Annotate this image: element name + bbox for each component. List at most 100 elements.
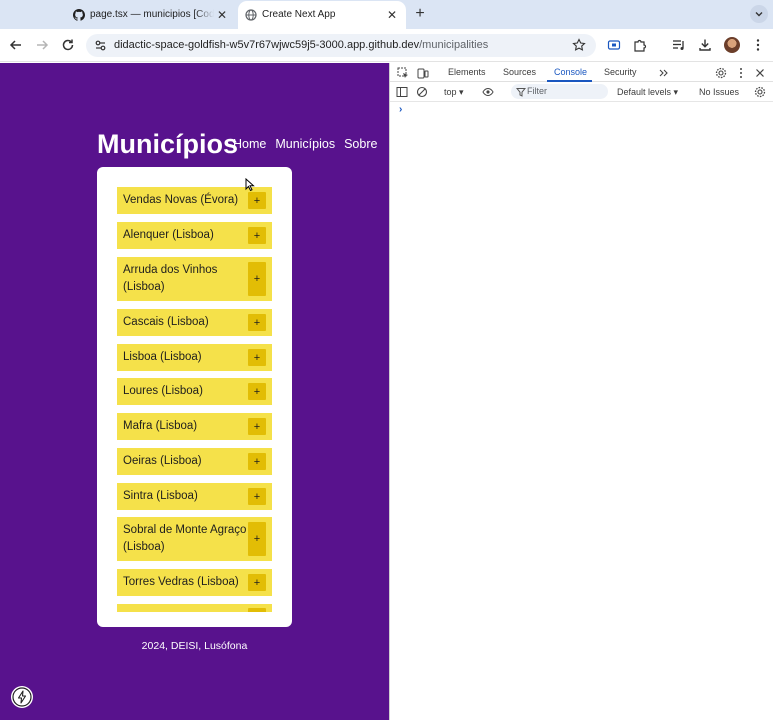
avatar[interactable] — [724, 37, 740, 53]
add-button[interactable]: + — [248, 488, 266, 505]
add-button[interactable]: + — [248, 349, 266, 366]
close-icon[interactable]: ✕ — [214, 7, 230, 23]
close-icon[interactable]: ✕ — [384, 7, 400, 23]
url-host: didactic-space-goldfish-w5v7r67wjwc59j5-… — [114, 39, 420, 51]
reload-icon — [62, 39, 74, 51]
municipalities-list[interactable]: Vendas Novas (Évora) + Alenquer (Lisboa)… — [117, 187, 272, 612]
github-icon — [73, 9, 85, 21]
add-button[interactable]: + — [248, 574, 266, 591]
municipality-name: Sobral de Monte Agraço (Lisboa) — [123, 524, 247, 553]
filter-funnel-icon — [515, 86, 527, 98]
municipality-name: Cascais (Lisboa) — [123, 316, 209, 328]
chevron-down-icon — [755, 12, 763, 17]
address-bar[interactable]: didactic-space-goldfish-w5v7r67wjwc59j5-… — [86, 34, 596, 57]
log-levels-value: Default levels — [617, 87, 672, 97]
forward-button[interactable] — [33, 36, 51, 54]
context-selector[interactable]: top ▾ — [444, 87, 464, 98]
list-item: Mafra (Lisboa) + — [117, 413, 272, 440]
console-filter-input[interactable]: Filter — [511, 84, 608, 99]
tab-search-button[interactable] — [750, 5, 768, 23]
list-item: Loures (Lisboa) + — [117, 378, 272, 405]
url-text[interactable]: didactic-space-goldfish-w5v7r67wjwc59j5-… — [114, 39, 488, 51]
tab-create-next-app[interactable]: Create Next App ✕ — [238, 1, 406, 29]
tab-title: Create Next App — [262, 9, 336, 20]
issues-button[interactable]: No Issues — [699, 87, 739, 97]
list-item: Cascais (Lisboa) + — [117, 309, 272, 336]
add-button[interactable]: + — [248, 192, 266, 209]
tab-security[interactable]: Security — [604, 67, 637, 77]
tab-title: page.tsx — municipios [Code — [90, 9, 214, 20]
console-settings-gear-icon[interactable] — [754, 86, 766, 98]
municipality-name: Loures (Lisboa) — [123, 385, 203, 397]
nav-link-municipios[interactable]: Municípios — [275, 137, 335, 151]
arrow-left-icon — [9, 40, 21, 50]
add-button[interactable]: + — [248, 418, 266, 435]
log-levels-dropdown[interactable]: Default levels ▾ — [617, 87, 678, 98]
municipality-name: Oeiras (Lisboa) — [123, 455, 202, 467]
kebab-menu-icon[interactable] — [750, 37, 766, 53]
municipalities-card: Vendas Novas (Évora) + Alenquer (Lisboa)… — [97, 167, 292, 627]
list-item-partial — [117, 604, 272, 612]
nextjs-dev-indicator[interactable] — [11, 686, 33, 708]
new-tab-button[interactable]: + — [411, 5, 429, 23]
list-item: Lisboa (Lisboa) + — [117, 344, 272, 371]
kebab-menu-icon[interactable] — [735, 67, 747, 79]
add-button[interactable]: + — [248, 314, 266, 331]
list-item: Alenquer (Lisboa) + — [117, 222, 272, 249]
screen-share-icon[interactable] — [606, 37, 622, 53]
arrow-right-icon — [37, 40, 49, 50]
gear-icon[interactable] — [715, 67, 727, 79]
add-button[interactable] — [248, 608, 266, 612]
browser-toolbar: didactic-space-goldfish-w5v7r67wjwc59j5-… — [0, 29, 773, 62]
nav-link-sobre[interactable]: Sobre — [344, 137, 377, 151]
filter-placeholder: Filter — [527, 86, 547, 96]
device-toolbar-icon[interactable] — [417, 67, 429, 79]
lightning-bolt-icon — [12, 687, 32, 707]
add-button[interactable]: + — [248, 453, 266, 470]
close-icon[interactable] — [754, 67, 766, 79]
tab-strip: page.tsx — municipios [Code ✕ Create Nex… — [0, 0, 773, 29]
bookmark-star-icon[interactable] — [572, 38, 586, 52]
clear-console-icon[interactable] — [416, 86, 428, 98]
page-viewport: Municípios Home Municípios Sobre Vendas … — [0, 63, 389, 720]
console-prompt[interactable]: › — [399, 104, 402, 115]
sidebar-toggle-icon[interactable] — [396, 86, 408, 98]
back-button[interactable] — [7, 36, 25, 54]
municipality-name: Alenquer (Lisboa) — [123, 229, 214, 241]
page-title: Municípios — [97, 129, 238, 159]
tab-console[interactable]: Console — [554, 67, 587, 77]
tab-sources[interactable]: Sources — [503, 67, 536, 77]
add-button[interactable]: + — [248, 262, 266, 296]
mouse-cursor-icon — [245, 177, 255, 192]
list-item: Sobral de Monte Agraço (Lisboa) + — [117, 517, 272, 561]
nav-link-home[interactable]: Home — [233, 137, 266, 151]
globe-icon — [245, 9, 257, 21]
devtools-tab-bar: Elements Sources Console Security — [390, 63, 773, 82]
download-icon[interactable] — [697, 37, 713, 53]
url-path: /municipalities — [419, 39, 489, 51]
municipality-name: Mafra (Lisboa) — [123, 420, 198, 432]
site-info-icon[interactable] — [94, 39, 107, 52]
municipality-name: Arruda dos Vinhos (Lisboa) — [123, 264, 218, 293]
devtools-panel: Elements Sources Console Security top ▾ — [389, 63, 773, 720]
reload-button[interactable] — [59, 36, 77, 54]
add-button[interactable]: + — [248, 383, 266, 400]
tab-page-tsx[interactable]: page.tsx — municipios [Code ✕ — [66, 1, 236, 29]
municipality-name: Lisboa (Lisboa) — [123, 351, 202, 363]
eye-icon[interactable] — [482, 86, 494, 98]
media-queue-icon[interactable] — [671, 37, 687, 53]
main-nav: Home Municípios Sobre — [233, 137, 377, 151]
inspect-element-icon[interactable] — [397, 67, 409, 79]
extensions-puzzle-icon[interactable] — [632, 37, 648, 53]
list-item: Oeiras (Lisboa) + — [117, 448, 272, 475]
list-item: Arruda dos Vinhos (Lisboa) + — [117, 257, 272, 301]
municipality-name: Torres Vedras (Lisboa) — [123, 576, 239, 588]
more-tabs-chevron-icon[interactable] — [658, 67, 670, 79]
add-button[interactable]: + — [248, 522, 266, 556]
tab-elements[interactable]: Elements — [448, 67, 486, 77]
list-item: Torres Vedras (Lisboa) + — [117, 569, 272, 596]
footer-text: 2024, DEISI, Lusófona — [141, 640, 248, 652]
add-button[interactable]: + — [248, 227, 266, 244]
console-toolbar: top ▾ Filter Default levels ▾ No Issues — [390, 82, 773, 102]
municipality-name: Vendas Novas (Évora) — [123, 194, 239, 206]
